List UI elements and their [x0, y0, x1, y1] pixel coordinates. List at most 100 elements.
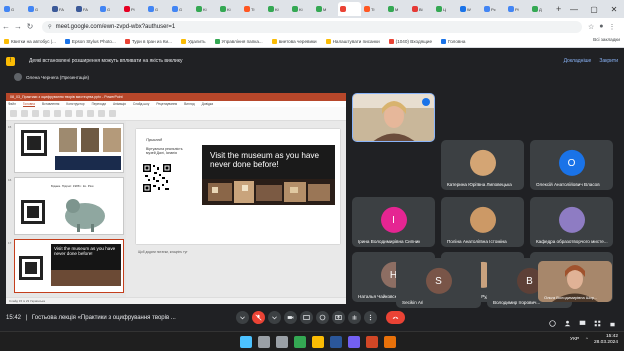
site-info-icon[interactable]: ⚲ [48, 24, 52, 30]
captions-button[interactable] [300, 311, 313, 324]
word-icon[interactable] [330, 335, 342, 348]
mic-dropdown-icon[interactable] [236, 311, 249, 324]
bookmark-item[interactable]: Управління папка... [214, 38, 263, 44]
participant-tile[interactable]: Катерина Юріївна Липовецька [441, 140, 524, 190]
bookmark-star-icon[interactable]: ☆ [588, 23, 594, 31]
bookmark-item[interactable]: Головна [441, 38, 465, 44]
browser-tab[interactable]: FA [74, 2, 97, 16]
lock-icon[interactable] [609, 314, 616, 327]
search-icon[interactable] [258, 335, 270, 348]
speaker-notes[interactable]: Щоб додати нотатки, клацніть тут [126, 250, 346, 260]
browser-tab[interactable] [338, 2, 361, 16]
powerpoint-title: 08_03_Практики з оцифрування творів мист… [10, 95, 123, 99]
bookmark-item[interactable]: Тури в Іран из Ки... [124, 38, 172, 44]
windows-icon[interactable] [240, 335, 252, 348]
chat-icon[interactable] [579, 314, 586, 325]
language-indicator[interactable]: УКР [570, 337, 579, 342]
powerpoint-icon[interactable] [366, 335, 378, 348]
taskbar-clock[interactable]: 15:42 28.03.2024 [594, 334, 618, 346]
tab-label: M [395, 6, 399, 12]
camera-button[interactable] [284, 311, 297, 324]
wifi-icon[interactable]: ◔ [585, 337, 588, 342]
activities-icon[interactable] [594, 314, 601, 327]
profile-icon[interactable]: ● [599, 23, 603, 31]
ribbon-tab[interactable]: Переходи [92, 102, 106, 106]
browser-tab[interactable]: G [98, 2, 121, 16]
forward-icon[interactable]: → [12, 22, 24, 31]
close-button[interactable]: ✕ [604, 0, 624, 18]
browser-tab[interactable]: G [170, 2, 193, 16]
url-field[interactable]: ⚲ meet.google.com/ewn-zvpd-wbx?authuser=… [42, 20, 582, 33]
bookmark-item[interactable]: (1040) Входящие [388, 38, 433, 44]
browser-tab[interactable]: Ki [194, 2, 217, 16]
browser-tab[interactable]: G [2, 2, 25, 16]
ribbon-tab[interactable]: Вставлення [42, 102, 59, 106]
browser-tab[interactable]: Pł [506, 2, 529, 16]
info-icon[interactable] [549, 314, 556, 327]
browser-tab[interactable]: Tł [242, 2, 265, 16]
bookmark-item[interactable]: Epson Stylus Photo... [64, 38, 116, 44]
back-icon[interactable]: ← [0, 22, 12, 31]
bookmark-label: (1040) Входящие [395, 38, 433, 44]
ribbon-tab[interactable]: Рецензування [156, 102, 177, 106]
app-icon[interactable] [384, 335, 396, 348]
browser-tab[interactable]: Kł [266, 2, 289, 16]
bookmark-item[interactable]: Налаштувати писанки [325, 38, 380, 44]
ribbon-tab[interactable]: Довідка [202, 102, 213, 106]
browser-tab[interactable]: Tł [362, 2, 385, 16]
browser-tab[interactable]: W [458, 2, 481, 16]
participant-tile[interactable]: O Олексій Анатолійович Власов [530, 140, 613, 190]
browser-tab[interactable]: Д [530, 2, 553, 16]
viber-icon[interactable] [348, 335, 360, 348]
browser-tab[interactable]: Ki [218, 2, 241, 16]
ribbon-tab[interactable]: Анімація [113, 102, 126, 106]
more-options-icon[interactable] [364, 311, 377, 324]
ribbon-tab[interactable]: Вигляд [184, 102, 194, 106]
browser-tab[interactable]: G [146, 2, 169, 16]
camera-dropdown-icon[interactable] [268, 311, 281, 324]
participant-tile[interactable]: Кафедра образотворчого мисте... [530, 197, 613, 247]
participant-tile[interactable]: Поліна Анатоліївна Істоміна [441, 197, 524, 247]
bookmark-item[interactable]: виетова черевики [271, 38, 317, 44]
slide-editor: Приклад Віртуальна реальність музей Далі… [126, 121, 346, 297]
participant-tile[interactable]: I Ірина Володимирівна Сипник [352, 197, 435, 247]
chrome-icon[interactable] [294, 335, 306, 348]
raise-hand-button[interactable] [348, 311, 361, 324]
dismiss-link[interactable]: Закрити [599, 58, 618, 64]
ribbon-tab[interactable]: Слайд-шоу [133, 102, 150, 106]
browser-tab[interactable]: G [26, 2, 49, 16]
slide-thumbnail-selected[interactable]: Visit the museum as you have never done … [14, 239, 124, 293]
leave-call-button[interactable] [386, 311, 405, 324]
bold-icon [43, 110, 50, 117]
tab-label: Tł [251, 6, 255, 12]
minimize-button[interactable]: — [564, 0, 584, 18]
details-link[interactable]: Докладніше [564, 58, 592, 64]
self-view-tile[interactable]: Ольга Володимирівна Шир... [538, 261, 612, 302]
bookmark-item[interactable]: Удалить [180, 38, 206, 44]
present-button[interactable] [332, 311, 345, 324]
browser-tab[interactable]: M [314, 2, 337, 16]
reload-icon[interactable]: ↻ [24, 22, 36, 31]
browser-tab[interactable]: Ki [290, 2, 313, 16]
explorer-icon[interactable] [312, 335, 324, 348]
people-icon[interactable] [564, 314, 571, 327]
participant-tile-presenter[interactable] [352, 93, 435, 142]
ribbon-tab[interactable]: Головна [22, 102, 35, 107]
browser-tab[interactable]: FA [50, 2, 73, 16]
new-tab-button[interactable]: + [556, 4, 561, 14]
mic-off-button[interactable] [252, 311, 265, 324]
browser-tab[interactable]: Pi [122, 2, 145, 16]
browser-tab[interactable]: Pc [482, 2, 505, 16]
browser-tab[interactable]: Bi [410, 2, 433, 16]
participant-tile[interactable]: S Secikin Ari [396, 258, 481, 308]
maximize-button[interactable]: ▢ [584, 0, 604, 18]
task-view-icon[interactable] [276, 335, 288, 348]
emoji-button[interactable] [316, 311, 329, 324]
ribbon-tab[interactable]: Файл [8, 102, 16, 106]
browser-tab[interactable]: M [386, 2, 409, 16]
menu-icon[interactable]: ⋮ [609, 23, 616, 31]
browser-tab[interactable]: Ц [434, 2, 457, 16]
bookmark-item[interactable]: Квитки на автобус |... [4, 38, 56, 44]
all-bookmarks-link[interactable]: Всі закладки [593, 37, 620, 42]
ribbon-tab[interactable]: Конструктор [66, 102, 84, 106]
